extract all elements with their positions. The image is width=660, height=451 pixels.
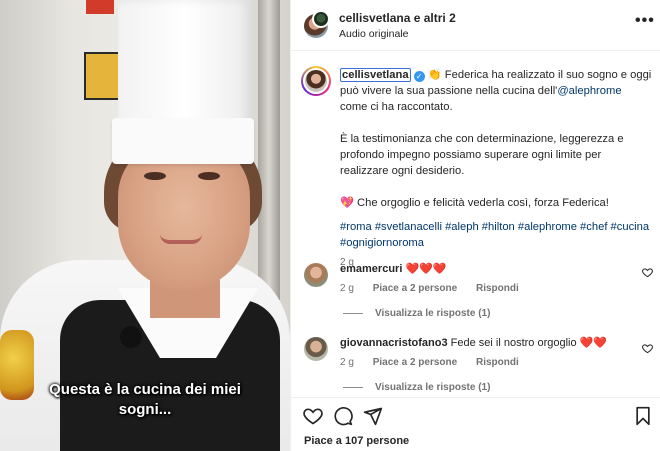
like-comment-icon[interactable] xyxy=(642,343,653,357)
mention-link[interactable]: @alephrome xyxy=(557,85,621,97)
commenter-avatar[interactable] xyxy=(304,263,328,287)
audio-label[interactable]: Audio originale xyxy=(339,28,408,40)
lapel-microphone xyxy=(120,326,142,348)
comments-scroll-area[interactable]: cellisvetlana ✓ 👏 Federica ha realizzato… xyxy=(291,52,660,397)
caption-paragraph-3: 💖 Che orgoglio e felicità vederla così, … xyxy=(340,197,609,209)
more-options-icon[interactable]: ••• xyxy=(635,12,655,30)
comment-text: Fede sei il nostro orgoglio ❤️❤️ xyxy=(450,337,608,349)
commenter-username[interactable]: emamercuri xyxy=(340,263,402,275)
post-like-count[interactable]: Piace a 107 persone xyxy=(304,435,409,447)
mouth xyxy=(160,234,202,244)
view-replies-button[interactable]: Visualizza le risposte (1) xyxy=(343,308,490,319)
collaborator-avatar[interactable] xyxy=(312,10,330,28)
comment-text: ❤️❤️❤️ xyxy=(405,263,447,275)
reply-button[interactable]: Rispondi xyxy=(476,283,519,294)
comment-time: 2 g xyxy=(340,283,354,294)
video-player[interactable]: Questa è la cucina dei miei sogni... xyxy=(0,0,290,451)
share-send-icon[interactable] xyxy=(363,406,383,426)
bookmark-save-icon[interactable] xyxy=(633,406,653,426)
like-comment-icon[interactable] xyxy=(642,267,653,281)
commenter-username[interactable]: giovannacristofano3 xyxy=(340,337,448,349)
kitchen-pole xyxy=(258,0,280,300)
caption-username[interactable]: cellisvetlana xyxy=(340,68,411,82)
post-caption: cellisvetlana ✓ 👏 Federica ha realizzato… xyxy=(340,67,652,271)
caption-author-avatar[interactable] xyxy=(301,66,331,96)
comment-likes[interactable]: Piace a 2 persone xyxy=(373,283,458,294)
post-authors[interactable]: cellisvetlana e altri 2 xyxy=(339,11,456,25)
comment-bubble-icon[interactable] xyxy=(333,406,353,426)
post-header: cellisvetlana e altri 2 Audio originale … xyxy=(291,0,660,51)
commenter-avatar[interactable] xyxy=(304,337,328,361)
chef-hat-band xyxy=(112,118,254,164)
post-actions-bar: Piace a 107 persone xyxy=(291,397,660,451)
post-panel: cellisvetlana e altri 2 Audio originale … xyxy=(290,0,660,451)
comment-time: 2 g xyxy=(340,357,354,368)
left-eye xyxy=(144,172,166,180)
hashtags[interactable]: #roma #svetlanacelli #aleph #hilton #ale… xyxy=(340,219,652,251)
verified-badge-icon: ✓ xyxy=(413,71,425,82)
reply-button[interactable]: Rispondi xyxy=(476,357,519,368)
like-heart-icon[interactable] xyxy=(303,406,323,426)
red-sign xyxy=(86,0,114,14)
video-subtitle: Questa è la cucina dei miei sogni... xyxy=(49,381,241,418)
clap-emoji: 👏 xyxy=(427,69,442,81)
warning-sign xyxy=(84,52,120,100)
right-eye xyxy=(198,172,220,180)
view-replies-button[interactable]: Visualizza le risposte (1) xyxy=(343,382,490,393)
comment-likes[interactable]: Piace a 2 persone xyxy=(373,357,458,368)
caption-paragraph-2: È la testimonianza che con determinazion… xyxy=(340,133,624,177)
